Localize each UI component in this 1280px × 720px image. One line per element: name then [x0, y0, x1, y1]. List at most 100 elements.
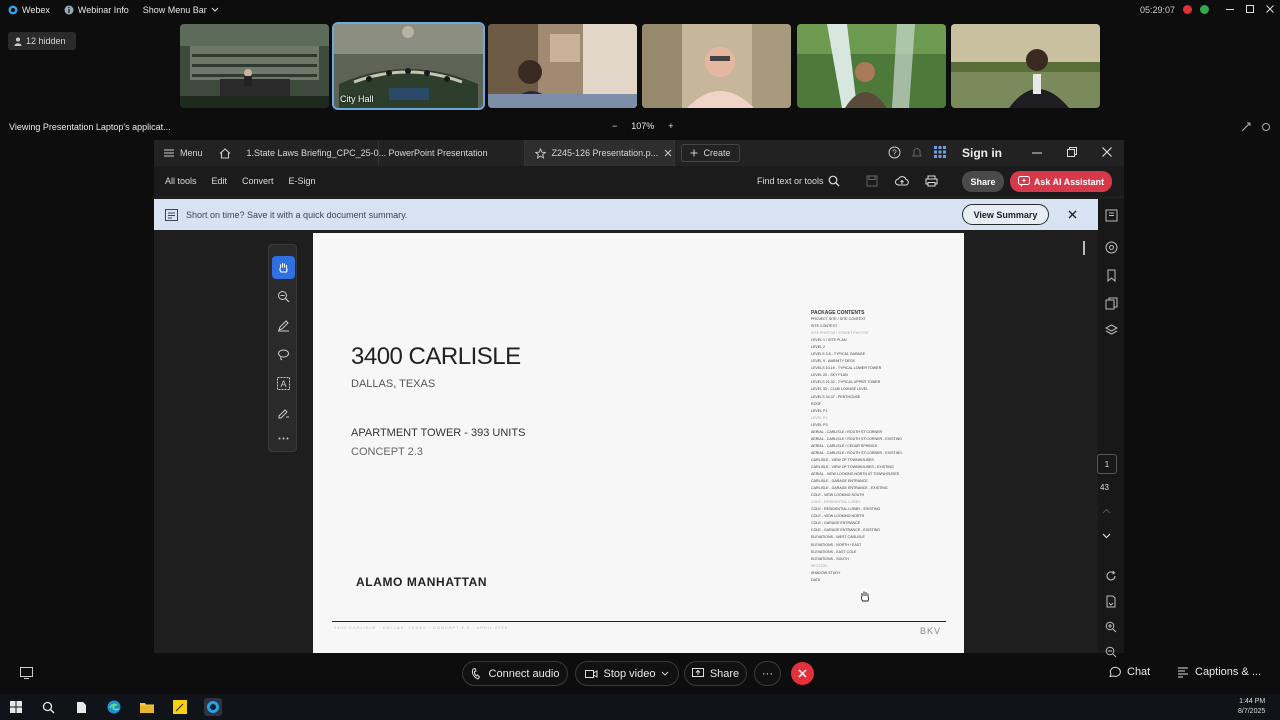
vertical-scrollbar[interactable]	[1083, 241, 1085, 255]
print-icon[interactable]	[925, 175, 938, 187]
package-contents-item: AERIAL - CARLISLE / ROUTH ST CORNER - EX…	[811, 450, 903, 455]
chat-icon	[1109, 666, 1121, 678]
tab-label: 1.State Laws Briefing_CPC_25-0...	[246, 148, 387, 158]
close-notice-icon[interactable]	[1068, 210, 1077, 219]
file-icon[interactable]	[72, 698, 90, 716]
pages-panel-icon[interactable]	[1105, 297, 1118, 310]
share-options-icon[interactable]	[1261, 122, 1271, 132]
e-sign-menu[interactable]: E-Sign	[289, 176, 316, 186]
package-contents-item: ELEVATIONS - NORTH / EAST	[811, 542, 862, 547]
layers-icon[interactable]	[1105, 324, 1118, 337]
windows-start-icon[interactable]	[7, 698, 25, 716]
annotate-icon[interactable]	[1241, 122, 1251, 132]
ai-chat-icon[interactable]	[1105, 241, 1118, 254]
more-options-button[interactable]: ···	[754, 661, 781, 686]
home-button[interactable]	[213, 140, 237, 166]
webinar-info-button[interactable]: Webinar Info	[64, 5, 129, 15]
text-select-icon[interactable]: A	[272, 372, 295, 395]
package-contents-item: AERIAL - CARLISLE / CEDAR SPRINGS	[811, 443, 877, 448]
convert-menu[interactable]: Convert	[242, 176, 274, 186]
create-button[interactable]: Create	[680, 144, 740, 162]
zoom-in-icon[interactable]	[1105, 621, 1117, 633]
chat-button[interactable]: Chat	[1109, 666, 1150, 678]
ai-assistant-icon	[1017, 176, 1030, 187]
menu-label: Menu	[180, 148, 203, 158]
minimize-window-icon[interactable]	[1225, 4, 1235, 14]
maximize-window-icon[interactable]	[1245, 4, 1255, 14]
package-contents-item: LEVEL 20 - SKY PLAN	[811, 373, 848, 378]
tab-state-laws-briefing[interactable]: 1.State Laws Briefing_CPC_25-0...	[237, 140, 386, 166]
next-page-icon[interactable]	[1102, 533, 1111, 539]
info-icon	[64, 5, 74, 15]
stop-video-button[interactable]: Stop video	[575, 661, 679, 686]
participant-video[interactable]	[180, 24, 329, 108]
show-menu-bar-button[interactable]: Show Menu Bar	[143, 5, 219, 15]
viewing-share-label: Viewing Presentation Laptop's applicat..…	[9, 122, 171, 132]
edit-menu[interactable]: Edit	[212, 176, 228, 186]
share-content-button[interactable]: Share	[684, 661, 747, 686]
participant-video-active[interactable]: City Hall	[332, 22, 485, 110]
close-tab-icon[interactable]	[664, 149, 672, 157]
comment-panel-icon[interactable]	[1105, 209, 1118, 222]
acrobat-share-button[interactable]: Share	[962, 171, 1004, 192]
tab-z245-126-presentation[interactable]: Z245-126 Presentation.p...	[524, 140, 675, 166]
file-explorer-icon[interactable]	[138, 698, 156, 716]
captions-button[interactable]: Captions & ...	[1177, 666, 1261, 678]
layout-icon[interactable]	[20, 667, 33, 679]
sticky-notes-icon[interactable]	[171, 698, 189, 716]
highlight-pen-icon[interactable]	[272, 314, 295, 337]
zoom-tool-icon[interactable]	[272, 285, 295, 308]
view-summary-button[interactable]: View Summary	[962, 204, 1049, 225]
plus-icon	[690, 149, 698, 157]
acrobat-close-icon[interactable]	[1101, 146, 1113, 158]
more-tools-icon[interactable]	[272, 427, 295, 450]
connect-audio-button[interactable]: Connect audio	[462, 661, 568, 686]
zoom-out-icon[interactable]	[1105, 646, 1117, 658]
windows-taskbar	[0, 694, 1280, 720]
hand-cursor-icon	[859, 590, 871, 602]
participant-video[interactable]	[488, 24, 637, 108]
tab-powerpoint-presentation[interactable]: PowerPoint Presentation	[379, 140, 525, 166]
system-clock: 1:44 PM 8/7/2025	[1238, 697, 1265, 717]
fill-sign-icon[interactable]	[272, 401, 295, 424]
clock-date: 8/7/2025	[1238, 708, 1266, 715]
package-contents-item: LEVELS 3-8 - TYPICAL GARAGE	[811, 352, 866, 357]
hand-tool-icon[interactable]	[272, 256, 295, 279]
notifications-icon[interactable]	[911, 146, 923, 159]
close-window-icon[interactable]	[1265, 4, 1275, 14]
zoom-out-button[interactable]: −	[612, 121, 617, 131]
previous-page-icon[interactable]	[1102, 508, 1111, 514]
hidden-participants-badge[interactable]: 12 hidden	[8, 32, 76, 50]
bookmark-icon[interactable]	[1105, 269, 1118, 282]
search-icon[interactable]	[39, 698, 57, 716]
current-page-input[interactable]: 1	[1097, 454, 1117, 474]
cloud-upload-icon[interactable]	[895, 175, 909, 187]
find-text-tools-button[interactable]: Find text or tools	[757, 176, 824, 186]
acrobat-menu-button[interactable]: Menu	[154, 140, 213, 166]
acrobat-restore-icon[interactable]	[1066, 146, 1078, 158]
webex-app-menu[interactable]: Webex	[8, 5, 50, 15]
ask-ai-assistant-button[interactable]: Ask AI Assistant	[1010, 171, 1112, 192]
acrobat-minimize-icon[interactable]	[1031, 147, 1043, 159]
stop-video-label: Stop video	[603, 667, 656, 680]
participant-video[interactable]	[951, 24, 1100, 108]
participant-video[interactable]	[797, 24, 946, 108]
participant-video[interactable]	[642, 24, 791, 108]
save-copy-icon[interactable]	[1105, 595, 1117, 608]
leave-meeting-button[interactable]	[791, 662, 814, 685]
package-contents-item: LEVEL 2	[811, 345, 826, 350]
zoom-level: 107%	[631, 121, 655, 131]
zoom-in-button[interactable]: +	[668, 121, 673, 131]
refresh-icon[interactable]	[1105, 570, 1117, 582]
all-tools-menu[interactable]: All tools	[165, 176, 197, 186]
webex-taskbar-icon[interactable]	[204, 698, 222, 716]
package-contents-item: ROOF	[811, 401, 822, 406]
search-icon[interactable]	[828, 175, 840, 187]
sign-in-button[interactable]: Sign in	[962, 146, 1002, 160]
package-contents-item: SITE PHOTOS / STREET PHOTOS	[811, 331, 869, 336]
apps-grid-icon[interactable]	[934, 146, 946, 158]
help-icon[interactable]: ?	[888, 146, 901, 159]
save-icon[interactable]	[866, 175, 878, 187]
lasso-icon[interactable]	[272, 343, 295, 366]
edge-browser-icon[interactable]	[105, 698, 123, 716]
